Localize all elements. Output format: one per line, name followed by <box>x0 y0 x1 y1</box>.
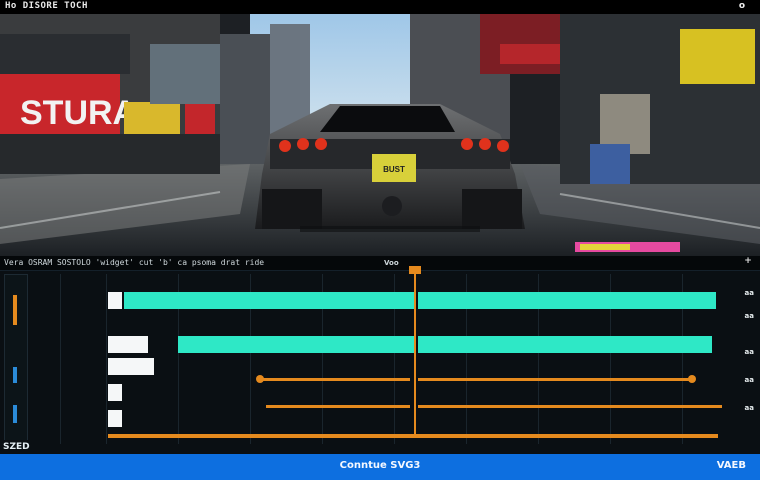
track-value: aa <box>744 348 754 356</box>
track-color-marker <box>13 367 17 383</box>
timeline-panel[interactable]: Vera OSRAM SOSTOLO 'widget' cut 'b' ca p… <box>0 256 760 454</box>
title-bar: Ho DISORE TOCH o <box>0 0 760 14</box>
clip-1b[interactable] <box>418 292 716 309</box>
track-value: aa <box>744 312 754 320</box>
work-area-bar[interactable] <box>108 434 718 438</box>
license-plate: BUST <box>383 165 405 174</box>
status-text[interactable]: Conntue SVG3 <box>0 460 760 471</box>
playhead-handle[interactable] <box>409 266 421 274</box>
storefront-sign: STURA <box>20 94 137 132</box>
playhead-line <box>414 270 416 438</box>
keyframe-point[interactable] <box>688 375 696 383</box>
timeline-header: Vera OSRAM SOSTOLO 'widget' cut 'b' ca p… <box>0 256 760 271</box>
keyframe-curve <box>266 405 410 408</box>
track-color-marker <box>13 295 17 325</box>
timeline-grid[interactable] <box>60 274 722 444</box>
keyframe-curve <box>418 378 690 381</box>
clip-start-handle[interactable] <box>108 336 148 353</box>
clip-start-handle[interactable] <box>108 410 122 427</box>
track-sidebar <box>4 274 28 442</box>
clip-start-handle[interactable] <box>108 384 122 401</box>
track-value: aa <box>744 289 754 297</box>
game-viewport[interactable]: STURA BUST <box>0 14 760 256</box>
close-icon[interactable]: o <box>739 1 745 11</box>
clip-start-handle[interactable] <box>108 292 122 309</box>
clip-2a[interactable] <box>178 336 414 353</box>
track-name-label: Vera OSRAM SOSTOLO 'widget' cut 'b' ca p… <box>4 258 265 267</box>
track-color-marker <box>13 405 17 423</box>
scene-render: STURA BUST <box>0 14 760 256</box>
zoom-readout: SZED <box>0 440 54 454</box>
clip-start-handle[interactable] <box>108 358 154 375</box>
window-title: Ho DISORE TOCH <box>5 1 88 11</box>
grid-line <box>60 274 61 444</box>
keyframe-curve <box>418 405 722 408</box>
keyframe-point[interactable] <box>256 375 264 383</box>
ruler-time-mark: Voo <box>384 259 399 267</box>
track-value-column: aa aa aa aa aa <box>724 256 760 454</box>
status-bar: Conntue SVG3 VAEB <box>0 454 760 480</box>
zoom-label: SZED <box>3 442 30 452</box>
status-right-label: VAEB <box>716 460 746 471</box>
clip-2b[interactable] <box>418 336 712 353</box>
clip-1a[interactable] <box>124 292 414 309</box>
track-value: aa <box>744 376 754 384</box>
grid-line <box>106 274 107 444</box>
track-value: aa <box>744 404 754 412</box>
keyframe-curve <box>260 378 410 381</box>
